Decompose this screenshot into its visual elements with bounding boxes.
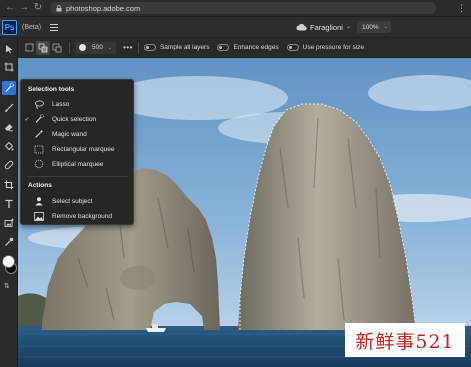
subtract-selection-icon[interactable] bbox=[50, 41, 64, 55]
divider bbox=[28, 176, 128, 177]
reload-icon[interactable]: ↻ bbox=[32, 2, 44, 14]
address-bar[interactable]: photoshop.adobe.com bbox=[50, 2, 436, 14]
place-image-tool-icon[interactable] bbox=[2, 216, 16, 230]
rectangular-marquee-icon bbox=[33, 144, 45, 154]
actions-heading: Actions bbox=[28, 182, 52, 189]
zoom-select[interactable]: 100% ⌄ bbox=[357, 21, 391, 33]
browser-menu-icon[interactable]: ⋮ bbox=[457, 3, 466, 14]
add-selection-icon[interactable] bbox=[36, 40, 50, 55]
quick-selection-tool-icon[interactable] bbox=[2, 81, 16, 95]
lasso-icon bbox=[33, 99, 45, 109]
menu-item-lasso[interactable]: Lasso bbox=[21, 97, 133, 111]
tools-panel: ⇅ bbox=[0, 38, 18, 367]
swap-colors-icon[interactable]: ⇅ bbox=[4, 282, 10, 290]
enhance-edges-label: Enhance edges bbox=[233, 44, 279, 51]
paint-bucket-tool-icon[interactable] bbox=[2, 139, 16, 153]
foreground-color-swatch[interactable] bbox=[2, 255, 15, 268]
use-pressure-toggle[interactable] bbox=[286, 44, 299, 51]
elliptical-marquee-icon bbox=[33, 159, 45, 169]
divider bbox=[137, 41, 139, 54]
brush-size-value: 500 bbox=[92, 44, 103, 51]
menu-item-quick-selection[interactable]: ✓ Quick selection bbox=[21, 112, 133, 126]
chevron-down-icon[interactable]: ⌄ bbox=[346, 23, 351, 30]
menu-item-label: Rectangular marquee bbox=[52, 145, 115, 153]
chevron-down-icon: ⌄ bbox=[383, 24, 388, 30]
selection-tools-heading: Selection tools bbox=[28, 86, 75, 93]
hamburger-menu-icon[interactable] bbox=[50, 23, 59, 31]
crop-tool-icon[interactable] bbox=[2, 178, 16, 192]
check-icon: ✓ bbox=[24, 116, 30, 123]
menu-item-rectangular-marquee[interactable]: Rectangular marquee bbox=[21, 142, 133, 156]
enhance-edges-toggle[interactable] bbox=[217, 44, 230, 51]
beta-label: (Beta) bbox=[22, 23, 42, 31]
selection-tools-flyout: Selection tools Lasso ✓ Quick selection … bbox=[20, 79, 134, 225]
watermark: 新鲜事521 bbox=[345, 323, 465, 357]
lock-icon bbox=[56, 4, 62, 11]
menu-item-label: Elliptical marquee bbox=[52, 160, 104, 168]
remove-background-icon bbox=[33, 211, 45, 221]
divider bbox=[69, 41, 70, 54]
select-subject-icon bbox=[33, 196, 45, 206]
chevron-down-icon: ⌄ bbox=[107, 44, 113, 51]
quick-selection-icon bbox=[33, 114, 45, 124]
menu-item-label: Magic wand bbox=[52, 130, 87, 138]
menu-item-magic-wand[interactable]: Magic wand bbox=[21, 127, 133, 141]
menu-item-label: Remove background bbox=[52, 212, 112, 220]
magic-wand-icon bbox=[33, 129, 45, 139]
zoom-value: 100% bbox=[362, 23, 379, 31]
eraser-tool-icon[interactable] bbox=[2, 120, 16, 134]
menu-item-label: Select subject bbox=[52, 197, 93, 205]
browser-bar: ← → ↻ photoshop.adobe.com ⋮ bbox=[0, 0, 471, 17]
brush-size-select[interactable]: 500 ⌄ bbox=[75, 41, 117, 54]
more-options-icon[interactable]: ••• bbox=[123, 43, 133, 52]
menu-item-select-subject[interactable]: Select subject bbox=[21, 194, 133, 208]
document-name[interactable]: Faraglioni bbox=[310, 23, 343, 32]
menu-item-label: Lasso bbox=[52, 100, 70, 108]
use-pressure-label: Use pressure for size bbox=[302, 44, 365, 51]
app-header: Ps (Beta) Faraglioni ⌄ 100% ⌄ bbox=[0, 17, 471, 38]
move-tool-icon[interactable] bbox=[2, 42, 16, 56]
url-text: photoshop.adobe.com bbox=[66, 3, 141, 13]
sample-all-layers-label: Sample all layers bbox=[159, 44, 210, 51]
cloud-icon bbox=[296, 23, 307, 31]
menu-item-label: Quick selection bbox=[52, 115, 97, 123]
menu-item-elliptical-marquee[interactable]: Elliptical marquee bbox=[21, 157, 133, 171]
brush-preview-icon bbox=[79, 44, 86, 51]
type-tool-icon[interactable] bbox=[2, 197, 16, 211]
arrow-right-icon[interactable]: → bbox=[18, 2, 30, 14]
new-selection-icon[interactable] bbox=[22, 41, 36, 55]
eyedropper-tool-icon[interactable] bbox=[2, 235, 16, 249]
menu-item-remove-background[interactable]: Remove background bbox=[21, 209, 133, 223]
photoshop-logo[interactable]: Ps bbox=[2, 19, 17, 35]
transform-tool-icon[interactable] bbox=[2, 60, 16, 74]
options-bar: 500 ⌄ ••• Sample all layers Enhance edge… bbox=[18, 38, 471, 58]
brush-tool-icon[interactable] bbox=[2, 101, 16, 115]
healing-brush-tool-icon[interactable] bbox=[2, 158, 16, 172]
sample-all-layers-toggle[interactable] bbox=[143, 44, 156, 51]
arrow-left-icon[interactable]: ← bbox=[4, 2, 16, 14]
